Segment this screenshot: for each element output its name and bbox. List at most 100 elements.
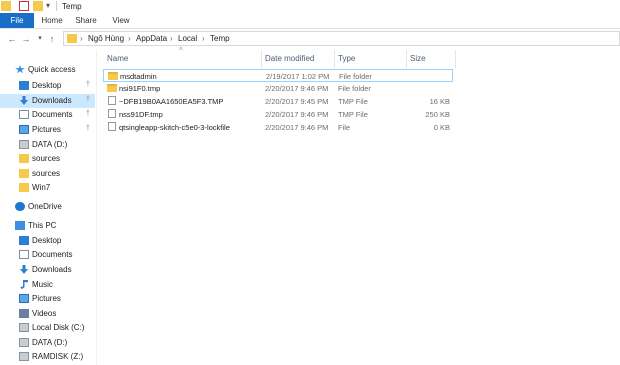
table-row[interactable]: qtsingleapp-skitch-c5e0-3-lockfile 2/20/2… — [103, 121, 453, 134]
pane-divider[interactable] — [96, 50, 97, 365]
sidebar-item-ramdisk-z[interactable]: RAMDISK (Z:) — [0, 350, 95, 364]
sidebar-item-local-disk-c[interactable]: Local Disk (C:) — [0, 321, 95, 335]
drive-icon — [19, 140, 29, 149]
sidebar-item-documents[interactable]: Documents † — [0, 108, 95, 122]
new-folder-icon[interactable] — [33, 1, 43, 11]
column-divider[interactable] — [334, 50, 335, 68]
sidebar-item-sources[interactable]: sources — [0, 152, 95, 166]
breadcrumb-appdata[interactable]: AppData — [136, 34, 167, 43]
sidebar-item-win7[interactable]: Win7 — [0, 181, 95, 195]
pin-icon: † — [86, 125, 90, 132]
sidebar-item-label: Downloads — [32, 96, 72, 105]
column-divider[interactable] — [406, 50, 407, 68]
forward-arrow-icon[interactable]: → — [20, 33, 32, 45]
cell-size: 250 KB — [425, 110, 450, 119]
up-arrow-icon[interactable]: ↑ — [46, 33, 58, 45]
breadcrumb-separator-icon[interactable]: › — [128, 34, 131, 43]
sidebar-item-downloads[interactable]: Downloads — [0, 263, 95, 277]
sidebar-item-label: Desktop — [32, 236, 62, 245]
tab-file[interactable]: File — [0, 13, 34, 28]
column-divider[interactable] — [455, 50, 456, 68]
drive-icon — [19, 352, 29, 361]
sidebar-item-documents[interactable]: Documents — [0, 248, 95, 262]
tab-view[interactable]: View — [107, 13, 135, 28]
breadcrumb-separator-icon[interactable]: › — [170, 34, 173, 43]
sidebar-item-music[interactable]: Music — [0, 278, 95, 292]
pin-icon: † — [86, 96, 90, 103]
cell-type: TMP File — [338, 97, 368, 106]
desktop-icon — [19, 81, 29, 90]
table-row[interactable]: msdtadmin 2/19/2017 1:02 PM File folder — [103, 69, 453, 82]
sidebar-item-videos[interactable]: Videos — [0, 307, 95, 321]
folder-icon — [19, 154, 29, 163]
sidebar-item-desktop[interactable]: Desktop — [0, 234, 95, 248]
file-icon — [108, 122, 116, 131]
folder-icon — [108, 72, 118, 80]
quick-access-toolbar-dropdown-icon[interactable]: ▾ — [46, 1, 50, 10]
documents-icon — [19, 110, 29, 119]
sidebar-item-label: This PC — [28, 221, 57, 230]
sidebar-item-label: sources — [32, 169, 61, 178]
breadcrumb-user[interactable]: Ngô Hùng — [88, 34, 124, 43]
breadcrumb-temp[interactable]: Temp — [210, 34, 230, 43]
sidebar-item-label: Win7 — [32, 183, 51, 192]
tab-share[interactable]: Share — [72, 13, 100, 28]
sidebar-item-label: sources — [32, 154, 61, 163]
sidebar-item-pictures[interactable]: Pictures — [0, 292, 95, 306]
divider — [56, 1, 57, 11]
sidebar-item-onedrive[interactable]: OneDrive — [0, 200, 95, 214]
column-header-size[interactable]: Size — [410, 54, 426, 63]
sidebar-item-label: Music — [32, 280, 53, 289]
pc-icon — [15, 221, 25, 230]
sidebar-item-pictures[interactable]: Pictures † — [0, 123, 95, 137]
documents-icon — [19, 250, 29, 259]
cell-name: nsi91F0.tmp — [119, 84, 161, 93]
sidebar-item-quick-access[interactable]: Quick access — [0, 63, 95, 77]
cell-type: File folder — [338, 84, 371, 93]
sort-indicator-icon: ^ — [179, 46, 183, 55]
cell-date: 2/20/2017 9:46 PM — [265, 84, 329, 93]
cell-date: 2/20/2017 9:45 PM — [265, 97, 329, 106]
sidebar-item-label: Documents — [32, 110, 73, 119]
table-row[interactable]: ~DFB19B0AA1650EA5F3.TMP 2/20/2017 9:45 PM… — [103, 95, 453, 108]
title-bar: ▾ Temp — [0, 0, 620, 13]
cell-type: TMP File — [338, 110, 368, 119]
recent-locations-icon[interactable]: ▾ — [34, 33, 46, 45]
folder-icon — [19, 183, 29, 192]
file-icon — [108, 96, 116, 105]
sidebar-item-label: Local Disk (C:) — [32, 323, 85, 332]
table-row[interactable]: nss91DF.tmp 2/20/2017 9:46 PM TMP File 250 … — [103, 108, 453, 121]
breadcrumb-separator-icon[interactable]: › — [80, 34, 83, 43]
sidebar-item-label: Desktop — [32, 81, 62, 90]
breadcrumb-separator-icon[interactable]: › — [202, 34, 205, 43]
cell-type: File folder — [339, 72, 372, 81]
folder-icon — [107, 84, 117, 92]
sidebar-item-label: Videos — [32, 309, 57, 318]
sidebar-item-data-d[interactable]: DATA (D:) — [0, 336, 95, 350]
column-divider[interactable] — [261, 50, 262, 68]
column-header-type[interactable]: Type — [338, 54, 355, 63]
tab-home[interactable]: Home — [38, 13, 66, 28]
cell-name: nss91DF.tmp — [119, 110, 163, 119]
table-row[interactable]: nsi91F0.tmp 2/20/2017 9:46 PM File folder — [103, 82, 453, 95]
sidebar-item-downloads[interactable]: Downloads † — [0, 94, 95, 108]
folder-icon — [67, 34, 77, 43]
breadcrumb-local[interactable]: Local — [178, 34, 197, 43]
sidebar-item-this-pc[interactable]: This PC — [0, 219, 95, 233]
column-header-name[interactable]: Name — [107, 54, 128, 63]
drive-icon — [19, 338, 29, 347]
sidebar-item-data-d[interactable]: DATA (D:) — [0, 138, 95, 152]
back-arrow-icon[interactable]: ← — [6, 33, 18, 45]
cell-name: msdtadmin — [120, 72, 157, 81]
column-header-date[interactable]: Date modified — [265, 54, 314, 63]
cell-size: 16 KB — [429, 97, 450, 106]
window-title: Temp — [62, 2, 82, 11]
sidebar-item-label: Pictures — [32, 294, 61, 303]
cell-name: ~DFB19B0AA1650EA5F3.TMP — [119, 97, 224, 106]
properties-icon[interactable] — [19, 1, 29, 11]
sidebar-item-sources[interactable]: sources — [0, 167, 95, 181]
folder-icon — [19, 169, 29, 178]
cell-size: 0 KB — [433, 123, 450, 132]
sidebar-item-desktop[interactable]: Desktop † — [0, 79, 95, 93]
folder-icon — [1, 1, 11, 11]
